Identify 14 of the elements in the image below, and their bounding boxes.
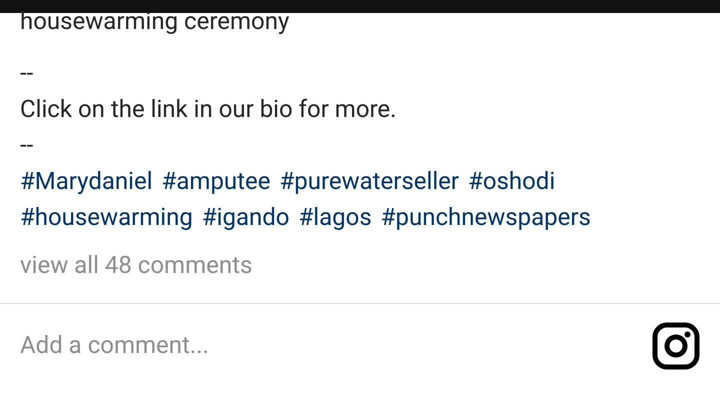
hashtag-link[interactable]: #igando xyxy=(202,199,290,235)
separator-text: -- xyxy=(20,130,34,161)
separator-text: -- xyxy=(20,58,34,89)
hashtag-link[interactable]: #purewaterseller xyxy=(279,163,460,199)
hashtag-link[interactable]: #punchnewspapers xyxy=(380,199,591,235)
hashtag-link[interactable]: #amputee xyxy=(162,163,270,199)
hashtag-link[interactable]: #housewarming xyxy=(20,199,193,235)
caption-text: Click on the link in our bio for more. xyxy=(20,94,396,125)
hashtag-link[interactable]: #Marydaniel xyxy=(20,163,153,199)
hashtag-link[interactable]: #lagos xyxy=(298,199,372,235)
caption-text: housewarming ceremony xyxy=(20,7,290,35)
instagram-icon[interactable] xyxy=(652,322,700,370)
hashtag-link[interactable]: #oshodi xyxy=(468,163,556,199)
comment-field[interactable]: Add a comment... xyxy=(20,326,652,362)
